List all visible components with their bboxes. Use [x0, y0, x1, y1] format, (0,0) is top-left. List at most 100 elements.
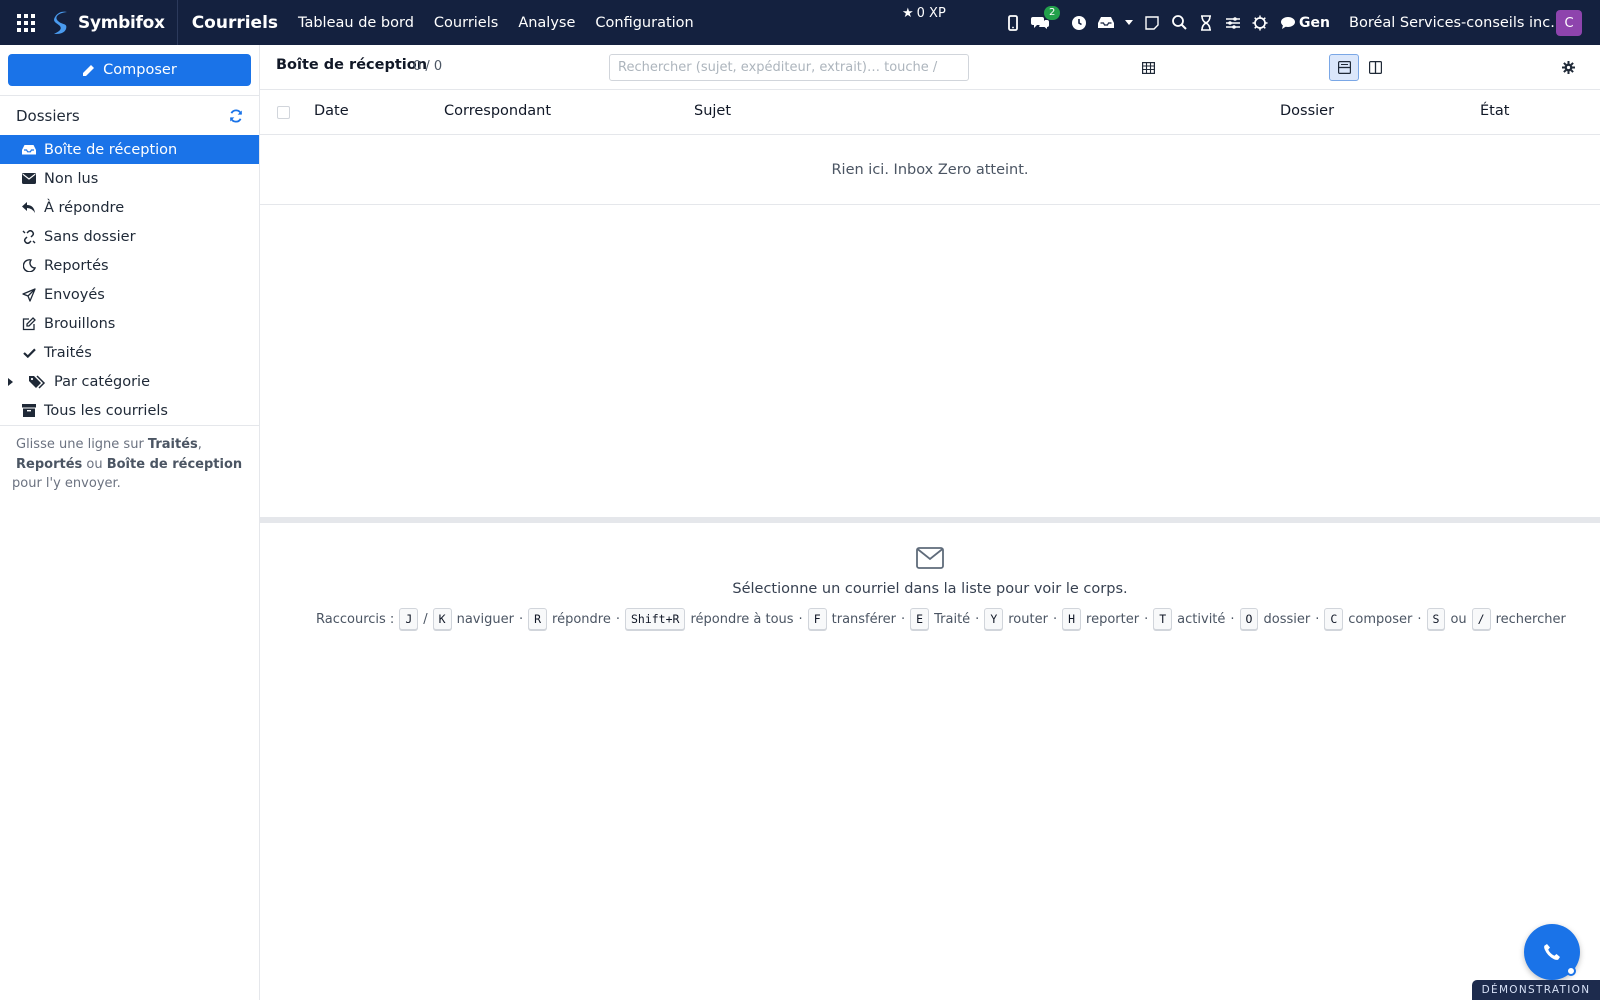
- folder-label: Par catégorie: [54, 373, 150, 390]
- layout-rows-icon: [1337, 61, 1351, 74]
- folders-header: Dossiers: [0, 95, 259, 137]
- shortcut-action: naviguer: [456, 611, 514, 627]
- folder-snoozed[interactable]: Reportés: [0, 251, 259, 280]
- xp-counter[interactable]: ★ 0 XP: [902, 6, 946, 21]
- column-status[interactable]: État: [1480, 103, 1509, 119]
- search-icon[interactable]: [1170, 14, 1188, 32]
- brand-logo[interactable]: Symbifox: [52, 0, 178, 45]
- hint-text: Glisse une ligne sur: [16, 437, 148, 452]
- key-h: H: [1062, 608, 1082, 630]
- caret-right-icon[interactable]: [8, 377, 16, 386]
- archive-icon: [22, 404, 36, 417]
- unlink-icon: [22, 229, 36, 244]
- folder-unread[interactable]: Non lus: [0, 164, 259, 193]
- mail-table-header: Date Correspondant Sujet Dossier État: [260, 90, 1600, 135]
- main-menu: Tableau de bord Courriels Analyse Config…: [298, 15, 694, 31]
- key-f: F: [807, 608, 827, 630]
- gen-label: Gen: [1299, 14, 1330, 31]
- company-switcher[interactable]: Boréal Services-conseils inc.: [1349, 0, 1555, 45]
- column-folder[interactable]: Dossier: [1280, 103, 1334, 119]
- search-input[interactable]: [609, 54, 969, 81]
- folder-sent[interactable]: Envoyés: [0, 280, 259, 309]
- folders-title: Dossiers: [16, 107, 80, 125]
- caret-down-icon[interactable]: [1124, 14, 1134, 32]
- hint-inbox: Boîte de réception: [106, 456, 243, 472]
- inbox-icon: [22, 144, 36, 155]
- app-grid-icon[interactable]: [0, 0, 52, 45]
- folder-unfiled[interactable]: Sans dossier: [0, 222, 259, 251]
- key-o: O: [1239, 608, 1259, 630]
- dot-separator: ·: [1230, 611, 1235, 627]
- column-subject[interactable]: Sujet: [694, 103, 731, 119]
- folder-label: Brouillons: [44, 315, 116, 332]
- folder-list: Boîte de réception Non lus À répondre Sa…: [0, 135, 259, 425]
- bug-icon[interactable]: [1251, 14, 1269, 32]
- app-title[interactable]: Courriels: [178, 13, 298, 33]
- reply-icon: [22, 201, 36, 214]
- empty-list-message: Rien ici. Inbox Zero atteint.: [260, 135, 1600, 205]
- split-vertical-view-button[interactable]: [1360, 54, 1390, 81]
- shortcut-action: Traité: [934, 611, 971, 627]
- dot-separator: ·: [798, 611, 803, 627]
- folder-label: Traités: [44, 344, 92, 361]
- phone-icon: [1544, 944, 1560, 960]
- hint-done: Traités: [147, 437, 198, 452]
- systray: 2 Gen: [1004, 0, 1330, 45]
- folder-label: Non lus: [44, 170, 99, 187]
- menu-courriels[interactable]: Courriels: [434, 15, 498, 31]
- key-r: R: [528, 608, 548, 630]
- menu-dashboard[interactable]: Tableau de bord: [298, 15, 414, 31]
- column-date[interactable]: Date: [314, 103, 349, 119]
- select-all-checkbox[interactable]: [277, 106, 290, 119]
- folder-drafts[interactable]: Brouillons: [0, 309, 259, 338]
- clock-icon[interactable]: [1070, 14, 1088, 32]
- star-icon: ★: [902, 6, 914, 21]
- user-avatar[interactable]: C: [1556, 10, 1582, 36]
- menu-configuration[interactable]: Configuration: [595, 15, 693, 31]
- sticky-note-icon[interactable]: [1143, 14, 1161, 32]
- mobile-icon[interactable]: [1004, 14, 1022, 32]
- page-title: Boîte de réception: [276, 57, 428, 73]
- envelope-outline-icon: [916, 547, 944, 573]
- folder-label: Envoyés: [44, 286, 105, 303]
- hint-text: pour l'y envoyer.: [12, 476, 121, 491]
- folder-label: Tous les courriels: [44, 402, 168, 419]
- check-icon: [22, 348, 36, 358]
- brand-name: Symbifox: [78, 12, 165, 33]
- shortcut-or: ou: [1450, 611, 1467, 627]
- split-horizontal-view-button[interactable]: [1329, 54, 1359, 81]
- column-correspondent[interactable]: Correspondant: [444, 103, 551, 119]
- table-view-icon[interactable]: [1142, 59, 1156, 78]
- key-t: T: [1153, 608, 1173, 630]
- gen-assistant-button[interactable]: Gen: [1281, 15, 1330, 31]
- mail-preview-pane: Sélectionne un courriel dans la liste po…: [260, 523, 1600, 673]
- comment-icon: [1281, 16, 1295, 29]
- keyboard-shortcuts: Raccourcis : J / K naviguer · R répondre ·…: [316, 608, 1566, 630]
- folder-all[interactable]: Tous les courriels: [0, 396, 259, 425]
- inbox-tray-icon[interactable]: [1097, 14, 1115, 32]
- compose-button[interactable]: Composer: [8, 54, 251, 86]
- layout-columns-icon: [1368, 61, 1382, 74]
- mail-main-panel: Boîte de réception 0 / 0 Date Correspond…: [260, 45, 1600, 1000]
- xp-value: 0 XP: [916, 6, 946, 21]
- key-y: Y: [984, 608, 1004, 630]
- settings-gear-icon[interactable]: [1562, 59, 1575, 78]
- shortcut-action: reporter: [1086, 611, 1140, 627]
- dot-separator: ·: [975, 611, 980, 627]
- folder-to-reply[interactable]: À répondre: [0, 193, 259, 222]
- key-s: S: [1426, 608, 1446, 630]
- dot-separator: ·: [901, 611, 906, 627]
- folder-label: Reportés: [44, 257, 109, 274]
- refresh-icon[interactable]: [229, 109, 243, 123]
- chat-icon[interactable]: 2: [1031, 5, 1061, 32]
- dot-separator: ·: [1417, 611, 1422, 627]
- folder-inbox[interactable]: Boîte de réception: [0, 135, 259, 164]
- folder-done[interactable]: Traités: [0, 338, 259, 367]
- folder-by-category[interactable]: Par catégorie: [0, 367, 259, 396]
- hourglass-icon[interactable]: [1197, 14, 1215, 32]
- key-k: K: [432, 608, 452, 630]
- key-j: J: [399, 608, 419, 630]
- menu-analyse[interactable]: Analyse: [518, 15, 575, 31]
- sliders-icon[interactable]: [1224, 14, 1242, 32]
- shortcut-action: activité: [1177, 611, 1226, 627]
